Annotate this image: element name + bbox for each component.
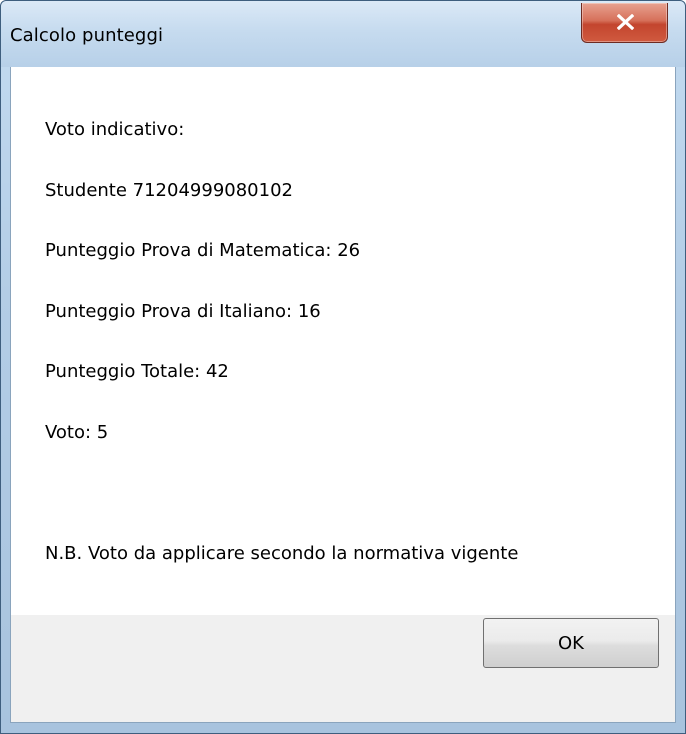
button-bar: OK (10, 615, 676, 723)
title-bar[interactable]: Calcolo punteggi (1, 1, 685, 67)
student-id-text: Studente 71204999080102 (45, 180, 293, 201)
window-title: Calcolo punteggi (10, 25, 164, 46)
close-icon (617, 14, 634, 30)
math-score-text: Punteggio Prova di Matematica: 26 (45, 240, 361, 261)
grade-text: Voto: 5 (45, 422, 109, 443)
dialog-window: Calcolo punteggi Voto indicativo: Studen… (0, 0, 686, 734)
message-heading: Voto indicativo: (45, 119, 185, 140)
message-area: Voto indicativo: Studente 71204999080102… (10, 67, 676, 615)
ok-button[interactable]: OK (483, 618, 659, 668)
close-button[interactable] (581, 3, 668, 43)
note-text: N.B. Voto da applicare secondo la normat… (45, 543, 519, 564)
total-score-text: Punteggio Totale: 42 (45, 361, 229, 382)
italian-score-text: Punteggio Prova di Italiano: 16 (45, 301, 321, 322)
